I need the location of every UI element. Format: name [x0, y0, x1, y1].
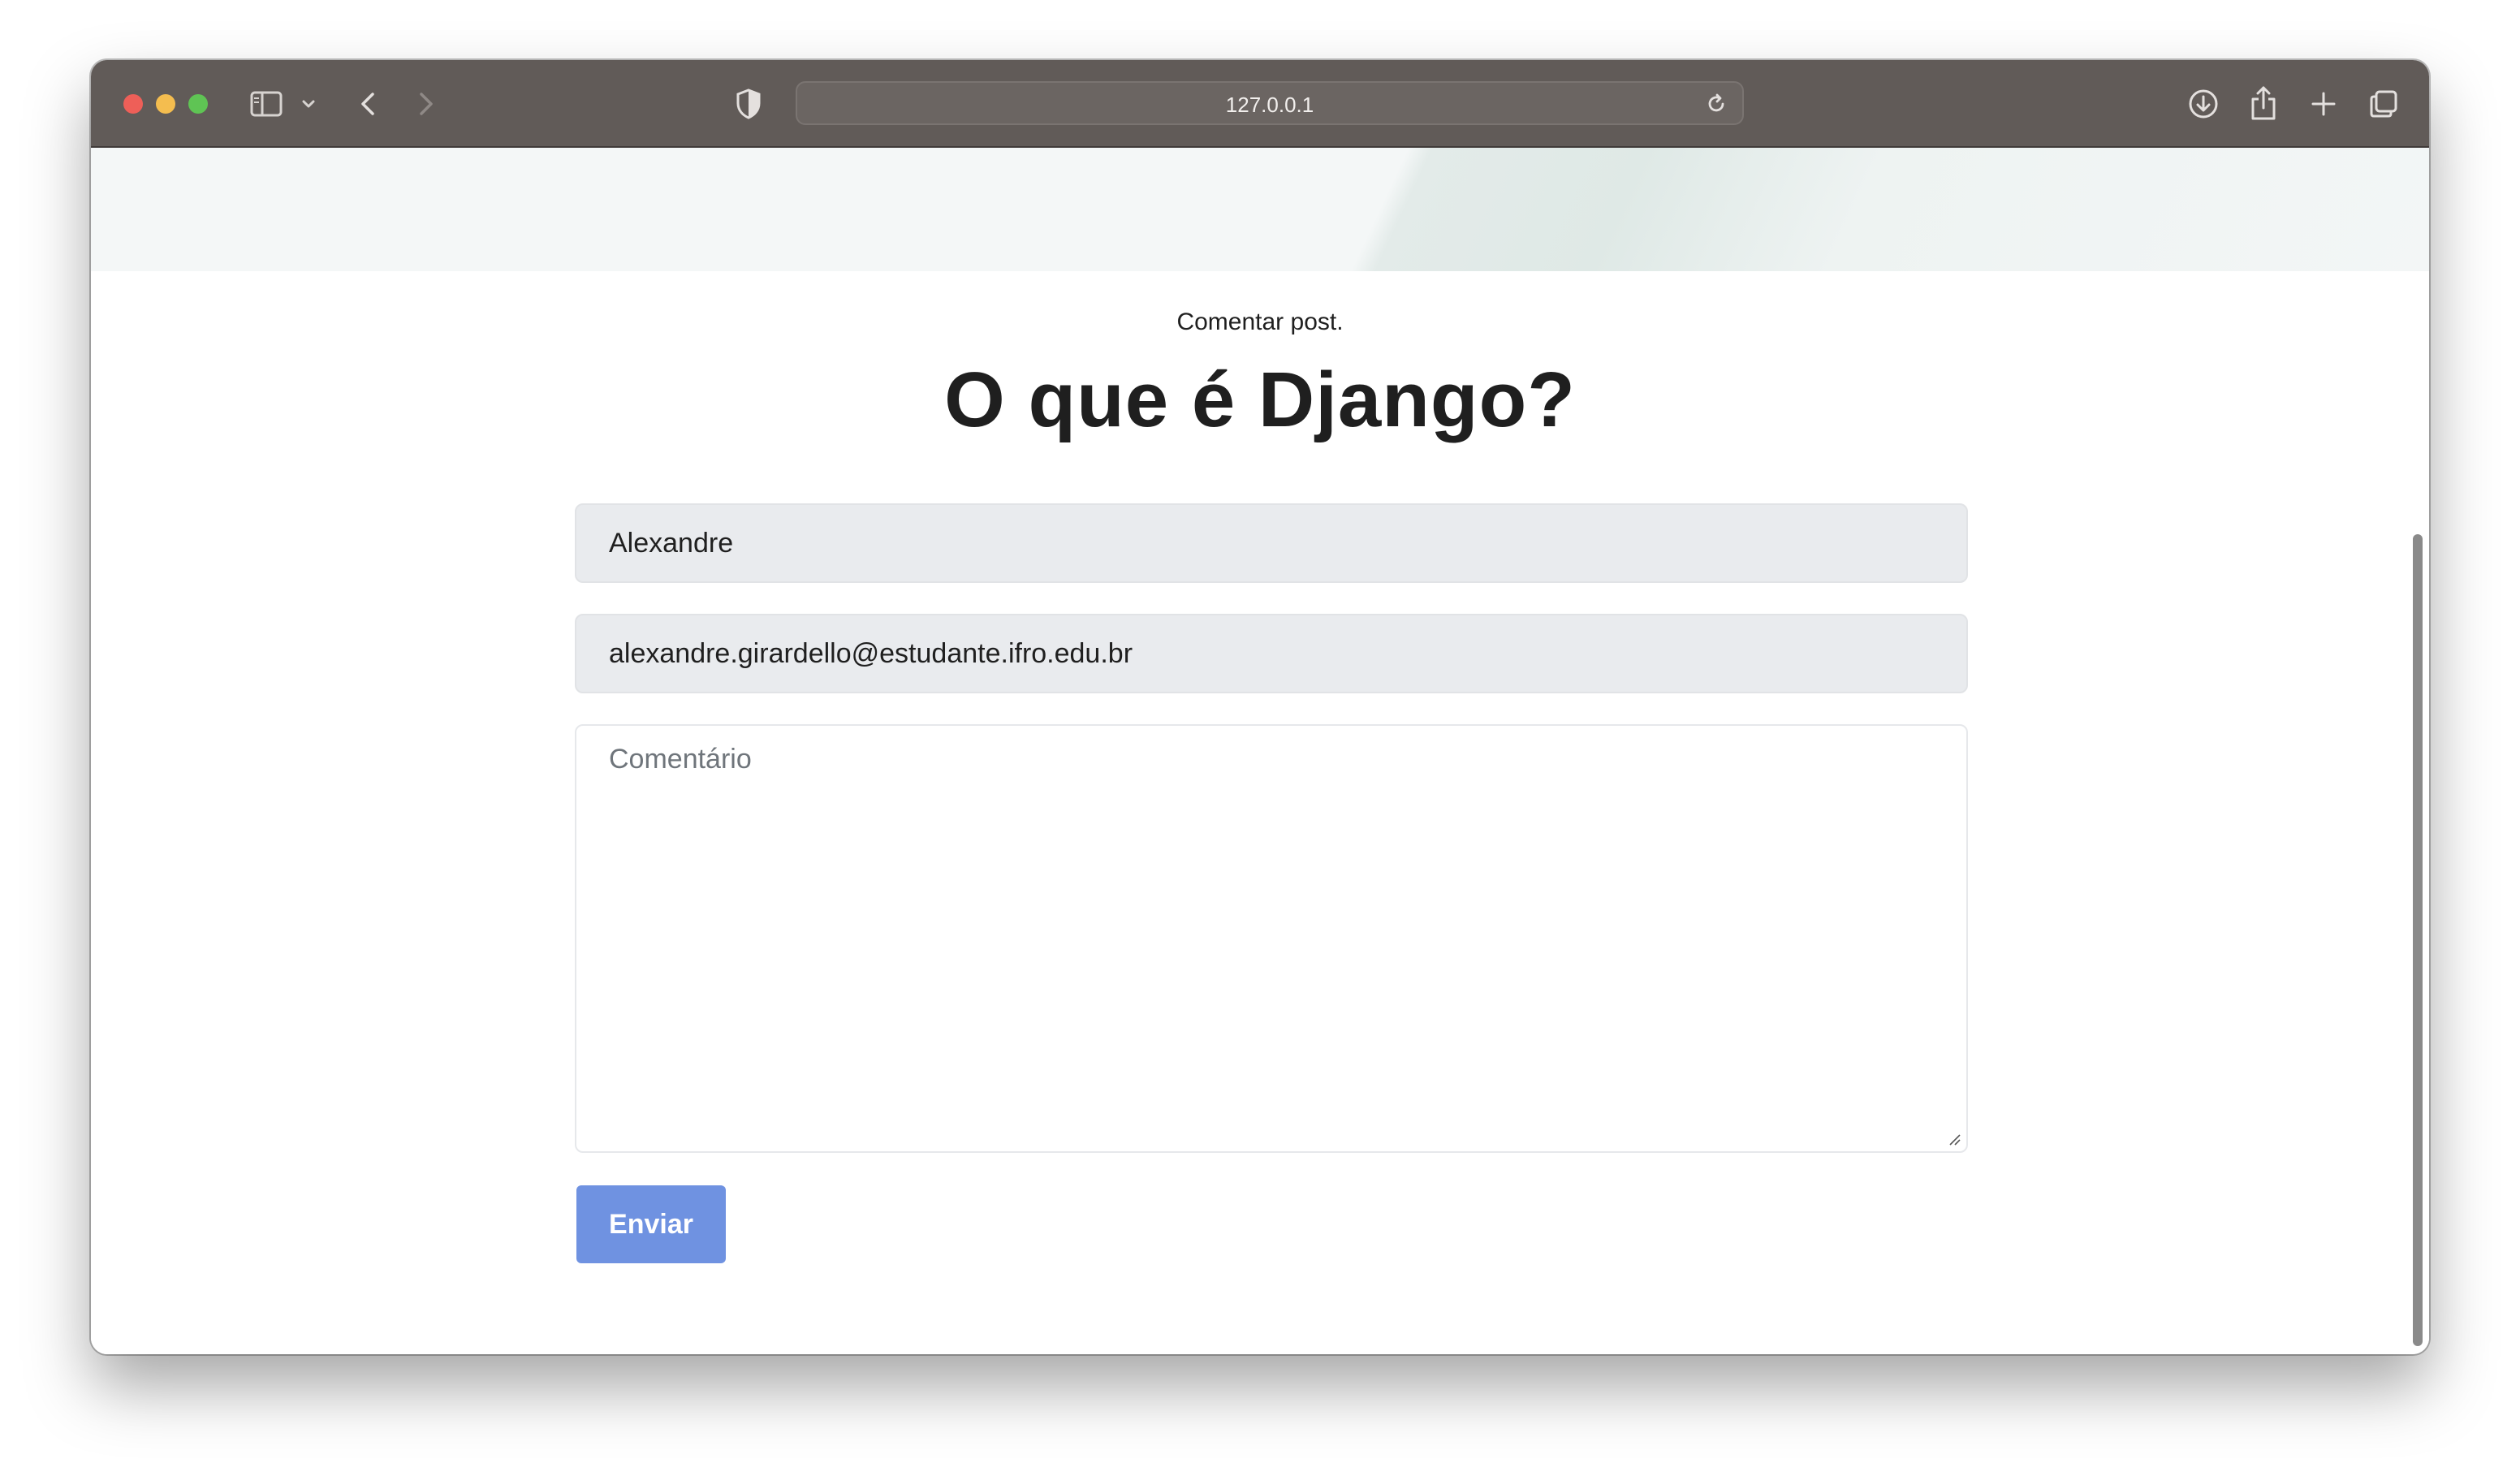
forward-button[interactable] [409, 88, 442, 120]
page-viewport: Comentar post. O que é Django? Enviar [91, 148, 2429, 1354]
tabs-icon[interactable] [2366, 86, 2401, 122]
email-field[interactable] [575, 614, 1968, 693]
shield-icon[interactable] [732, 86, 765, 122]
minimize-window-button[interactable] [156, 94, 175, 114]
share-icon[interactable] [2246, 83, 2281, 123]
page-title: O que é Django? [944, 356, 1576, 443]
download-icon[interactable] [2186, 86, 2221, 122]
reload-icon[interactable] [1703, 91, 1729, 117]
submit-button[interactable]: Enviar [576, 1185, 726, 1263]
chevron-right-icon [420, 93, 433, 115]
name-field[interactable] [575, 503, 1968, 583]
chevron-left-icon [361, 93, 374, 115]
address-bar[interactable]: 127.0.0.1 [796, 81, 1744, 125]
browser-toolbar: 127.0.0.1 [91, 60, 2429, 148]
hero-banner [91, 148, 2429, 271]
resize-grip-icon[interactable] [1947, 1132, 1961, 1146]
address-text: 127.0.0.1 [1225, 93, 1314, 117]
chevron-down-icon[interactable] [299, 94, 318, 114]
page-subtitle: Comentar post. [1176, 309, 1344, 335]
browser-window: 127.0.0.1 Comentar post. O que é Django? [91, 60, 2429, 1354]
desktop: 127.0.0.1 Comentar post. O que é Django? [0, 0, 2520, 1476]
maximize-window-button[interactable] [188, 94, 208, 114]
comment-field[interactable] [575, 724, 1968, 1153]
back-button[interactable] [352, 88, 385, 120]
sidebar-icon[interactable] [250, 91, 283, 117]
plus-icon[interactable] [2306, 86, 2341, 122]
scrollbar-thumb[interactable] [2413, 534, 2423, 1346]
close-window-button[interactable] [123, 94, 143, 114]
